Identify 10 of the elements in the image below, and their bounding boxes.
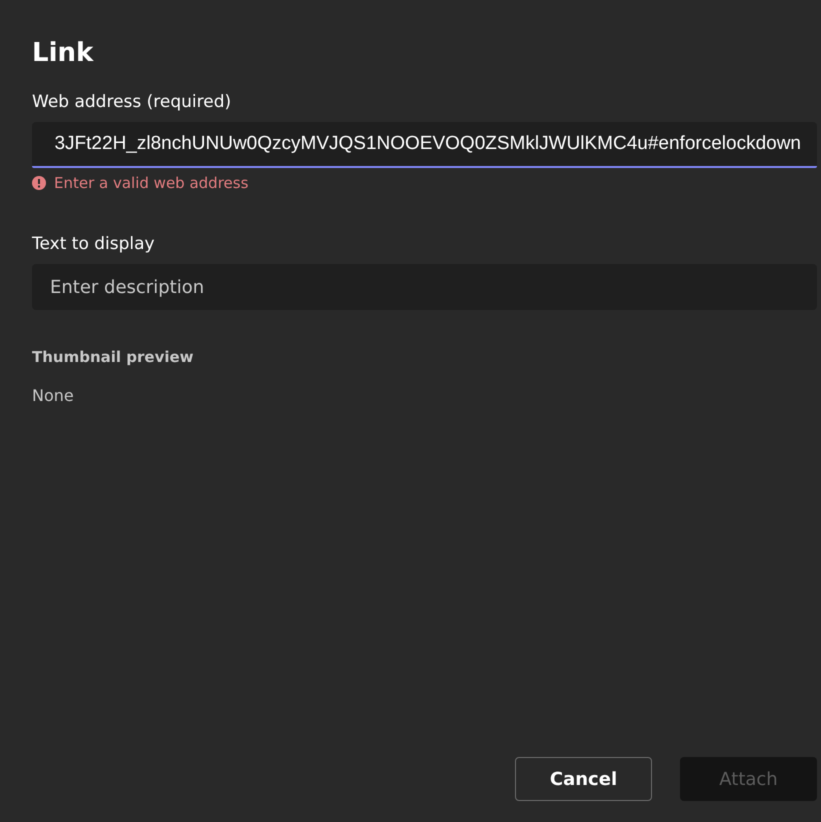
error-message: Enter a valid web address [54,174,248,192]
thumbnail-value: None [32,386,75,405]
error-icon [32,176,46,190]
dialog-title: Link [32,37,95,70]
description-field[interactable]: Enter description [32,264,817,310]
field-label: Web address (required) [32,91,232,114]
url-field[interactable]: 3JFt22H_zl8nchUNUw0QzcyMVJQS1NOOEVOQ0ZSMklJWUlKMC4u#enforcelockdown [32,122,817,168]
section-heading: Thumbnail preview [32,348,195,366]
field-label: Text to display [32,233,156,256]
cancel-button[interactable]: Cancel [515,757,652,801]
